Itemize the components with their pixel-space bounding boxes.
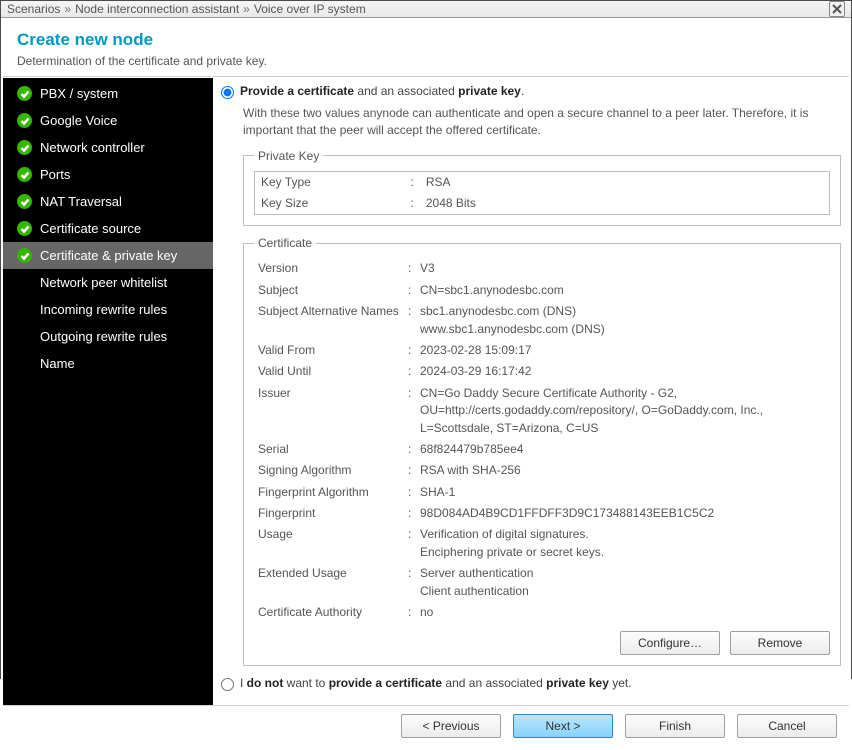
kv-key: Fingerprint Algorithm <box>254 482 404 503</box>
sidebar-item-6[interactable]: Certificate & private key <box>3 242 213 269</box>
page-title: Create new node <box>17 30 835 50</box>
kv-key: Version <box>254 258 404 279</box>
step-icon <box>17 329 32 344</box>
sidebar-item-0[interactable]: PBX / system <box>3 80 213 107</box>
option-provide-row[interactable]: Provide a certificate and an associated … <box>221 84 841 99</box>
breadcrumb-1[interactable]: Scenarios <box>7 2 60 16</box>
sidebar-item-label: NAT Traversal <box>40 194 122 209</box>
kv-value: 68f824479b785ee4 <box>416 439 830 460</box>
titlebar: Scenarios » Node interconnection assista… <box>1 1 851 18</box>
step-icon <box>17 275 32 290</box>
kv-value: no <box>416 602 830 623</box>
remove-button[interactable]: Remove <box>730 631 830 655</box>
sidebar-item-label: Certificate source <box>40 221 141 236</box>
sidebar-item-10[interactable]: Name <box>3 350 213 377</box>
certificate-legend: Certificate <box>254 236 316 250</box>
sidebar-item-label: Incoming rewrite rules <box>40 302 167 317</box>
kv-key: Serial <box>254 439 404 460</box>
kv-value: RSA with SHA-256 <box>416 460 830 481</box>
sidebar-item-label: Network controller <box>40 140 145 155</box>
kv-key: Certificate Authority <box>254 602 404 623</box>
sidebar-item-label: Certificate & private key <box>40 248 177 263</box>
check-icon <box>17 248 32 263</box>
kv-key: Signing Algorithm <box>254 460 404 481</box>
sidebar-item-label: Ports <box>40 167 70 182</box>
sidebar-item-label: PBX / system <box>40 86 118 101</box>
kv-value: sbc1.anynodesbc.com (DNS)www.sbc1.anynod… <box>416 301 830 340</box>
private-key-table: Key Type:RSAKey Size:2048 Bits <box>254 171 830 216</box>
kv-key: Fingerprint <box>254 503 404 524</box>
previous-button[interactable]: < Previous <box>401 714 501 738</box>
kv-value: 2024-03-29 16:17:42 <box>416 361 830 382</box>
kv-value: SHA-1 <box>416 482 830 503</box>
sidebar-item-label: Network peer whitelist <box>40 275 167 290</box>
main-panel: Provide a certificate and an associated … <box>213 78 849 705</box>
sidebar-item-5[interactable]: Certificate source <box>3 215 213 242</box>
sidebar-item-1[interactable]: Google Voice <box>3 107 213 134</box>
sidebar-item-label: Google Voice <box>40 113 117 128</box>
check-icon <box>17 221 32 236</box>
sidebar-item-7[interactable]: Network peer whitelist <box>3 269 213 296</box>
cancel-button[interactable]: Cancel <box>737 714 837 738</box>
check-icon <box>17 140 32 155</box>
certificate-table: Version:V3Subject:CN=sbc1.anynodesbc.com… <box>254 258 830 623</box>
option-provide-radio[interactable] <box>221 86 234 99</box>
kv-value: CN=Go Daddy Secure Certificate Authority… <box>416 383 830 439</box>
dialog-window: Scenarios » Node interconnection assista… <box>0 0 852 679</box>
check-icon <box>17 167 32 182</box>
sidebar-item-label: Outgoing rewrite rules <box>40 329 167 344</box>
sidebar: PBX / system Google Voice Network controll… <box>3 78 213 705</box>
header: Create new node Determination of the cer… <box>3 20 849 77</box>
certificate-box: Certificate Version:V3Subject:CN=sbc1.an… <box>243 236 841 666</box>
kv-key: Valid From <box>254 340 404 361</box>
sidebar-item-9[interactable]: Outgoing rewrite rules <box>3 323 213 350</box>
configure-button[interactable]: Configure… <box>620 631 720 655</box>
check-icon <box>17 86 32 101</box>
sidebar-item-3[interactable]: Ports <box>3 161 213 188</box>
kv-value: 2048 Bits <box>420 193 830 215</box>
kv-value: RSA <box>420 171 830 193</box>
check-icon <box>17 113 32 128</box>
sidebar-item-2[interactable]: Network controller <box>3 134 213 161</box>
option-not-provide-radio[interactable] <box>221 678 234 691</box>
finish-button[interactable]: Finish <box>625 714 725 738</box>
kv-key: Extended Usage <box>254 563 404 602</box>
private-key-legend: Private Key <box>254 149 323 163</box>
kv-key: Key Type <box>255 171 405 193</box>
check-icon <box>17 194 32 209</box>
page-subtitle: Determination of the certificate and pri… <box>17 54 835 68</box>
private-key-box: Private Key Key Type:RSAKey Size:2048 Bi… <box>243 149 841 227</box>
kv-value: CN=sbc1.anynodesbc.com <box>416 280 830 301</box>
option-provide-label: Provide a certificate and an associated … <box>240 84 524 98</box>
kv-key: Subject Alternative Names <box>254 301 404 340</box>
sidebar-item-4[interactable]: NAT Traversal <box>3 188 213 215</box>
kv-value: Verification of digital signatures.Encip… <box>416 524 830 563</box>
close-icon[interactable] <box>829 1 845 17</box>
kv-key: Usage <box>254 524 404 563</box>
sidebar-item-label: Name <box>40 356 75 371</box>
kv-value: 2023-02-28 15:09:17 <box>416 340 830 361</box>
step-icon <box>17 356 32 371</box>
step-icon <box>17 302 32 317</box>
kv-key: Valid Until <box>254 361 404 382</box>
kv-value: 98D084AD4B9CD1FFDFF3D9C173488143EEB1C5C2 <box>416 503 830 524</box>
next-button[interactable]: Next > <box>513 714 613 738</box>
kv-key: Key Size <box>255 193 405 215</box>
breadcrumb-2[interactable]: Node interconnection assistant <box>75 2 239 16</box>
kv-key: Issuer <box>254 383 404 439</box>
kv-key: Subject <box>254 280 404 301</box>
kv-value: Server authenticationClient authenticati… <box>416 563 830 602</box>
option-provide-desc: With these two values anynode can authen… <box>243 105 841 139</box>
sidebar-item-8[interactable]: Incoming rewrite rules <box>3 296 213 323</box>
breadcrumb-3[interactable]: Voice over IP system <box>254 2 366 16</box>
footer: < Previous Next > Finish Cancel <box>3 705 849 748</box>
kv-value: V3 <box>416 258 830 279</box>
